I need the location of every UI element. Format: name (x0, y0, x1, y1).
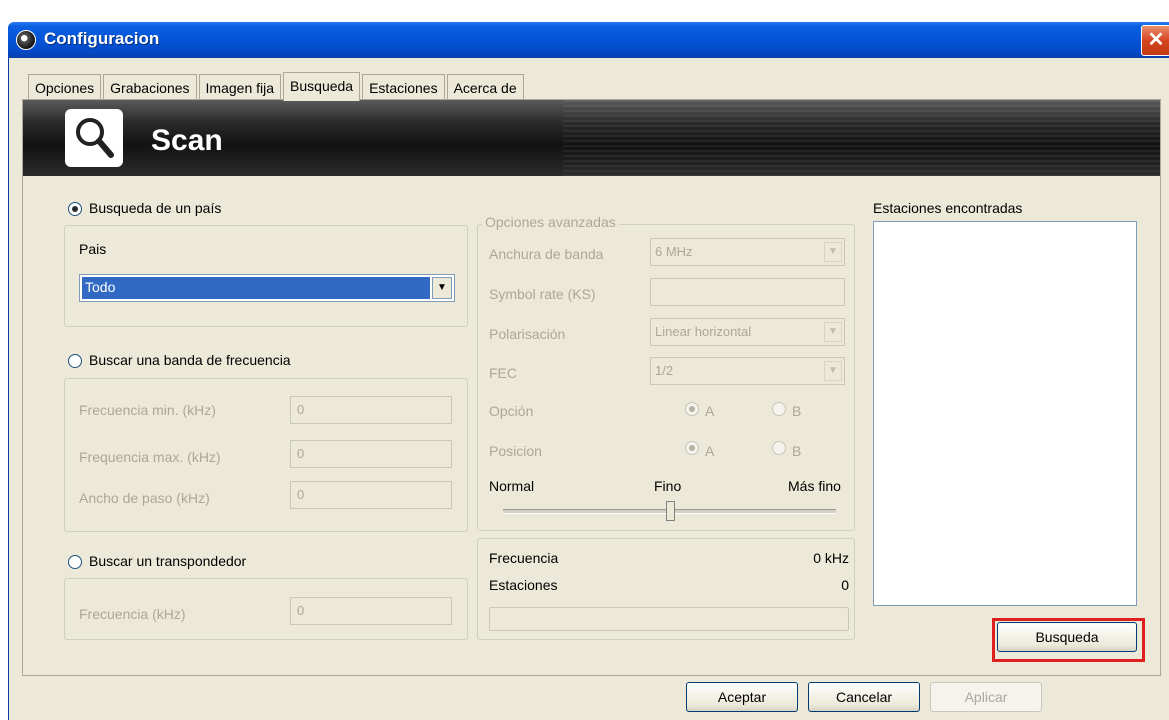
country-search-label: Busqueda de un país (89, 200, 222, 216)
polarisation-select[interactable]: Linear horizontal ▼ (650, 318, 845, 346)
fec-value: 1/2 (655, 363, 674, 378)
polarisation-value: Linear horizontal (655, 324, 752, 339)
tab-opciones[interactable]: Opciones (28, 74, 102, 99)
tab-acerca-de[interactable]: Acerca de (446, 74, 524, 99)
close-button[interactable]: ✕ (1141, 25, 1169, 56)
transponder-freq-label: Frecuencia (kHz) (79, 606, 186, 622)
option-a-radio[interactable] (685, 402, 699, 416)
search-progress-bar (489, 607, 849, 631)
country-label: Pais (79, 241, 107, 257)
option-a-label: A (705, 403, 715, 419)
chevron-down-icon[interactable]: ▼ (824, 322, 842, 342)
step-width-input[interactable]: 0 (290, 481, 452, 509)
banner-title: Scan (151, 124, 223, 157)
tab-busqueda[interactable]: Busqueda (283, 72, 361, 101)
bandwidth-label: Anchura de banda (489, 246, 604, 262)
position-b-radio[interactable] (772, 441, 786, 455)
frequency-label: Frecuencia (489, 550, 559, 566)
title-bar: Configuracion ✕ (0, 0, 1169, 62)
title-bar-fill (8, 22, 1169, 58)
search-tab-panel: Scan Busqueda de un país Pais Todo ▼ Bus… (22, 99, 1161, 676)
accept-button[interactable]: Aceptar (686, 682, 798, 712)
config-window: Configuracion ✕ Opciones Grabaciones Ima… (0, 0, 1169, 720)
bandwidth-select[interactable]: 6 MHz ▼ (650, 238, 845, 266)
fec-select[interactable]: 1/2 ▼ (650, 357, 845, 385)
stations-label: Estaciones (489, 577, 558, 593)
frequency-value: 0 kHz (813, 550, 849, 566)
freq-min-input[interactable]: 0 (290, 396, 452, 424)
country-select[interactable]: Todo ▼ (79, 274, 455, 302)
symbol-rate-label: Symbol rate (KS) (489, 286, 596, 302)
magnifier-icon (65, 109, 123, 167)
app-icon (16, 30, 36, 50)
band-search-radio[interactable] (68, 354, 82, 368)
window-title: Configuracion (44, 29, 160, 48)
option-label: Opción (489, 403, 534, 419)
freq-max-label: Frequencia max. (kHz) (79, 449, 221, 465)
slider-label-mas-fino: Más fino (788, 478, 841, 494)
found-stations-list[interactable] (873, 221, 1137, 606)
bandwidth-value: 6 MHz (655, 244, 693, 259)
position-b-label: B (792, 443, 802, 459)
apply-button[interactable]: Aplicar (930, 682, 1042, 712)
freq-max-input[interactable]: 0 (290, 440, 452, 468)
country-select-value: Todo (82, 277, 430, 299)
slider-label-normal: Normal (489, 478, 535, 494)
banner-stripes (563, 100, 1160, 176)
precision-slider-thumb[interactable] (665, 501, 675, 521)
country-search-radio[interactable] (68, 202, 82, 216)
polarisation-label: Polarisación (489, 326, 566, 342)
symbol-rate-input[interactable] (650, 278, 845, 306)
tab-imagen-fija[interactable]: Imagen fija (198, 74, 282, 99)
position-a-radio[interactable] (685, 441, 699, 455)
tab-strip: Opciones Grabaciones Imagen fija Busqued… (28, 72, 526, 101)
scan-banner: Scan (23, 100, 1160, 176)
position-label: Posicion (489, 443, 542, 459)
option-b-label: B (792, 403, 802, 419)
search-button[interactable]: Busqueda (997, 622, 1137, 652)
transponder-search-radio[interactable] (68, 555, 82, 569)
fec-label: FEC (489, 365, 517, 381)
position-a-label: A (705, 443, 715, 459)
stations-value: 0 (841, 577, 849, 593)
band-search-label: Buscar una banda de frecuencia (89, 352, 291, 368)
chevron-down-icon[interactable]: ▼ (824, 361, 842, 381)
option-b-radio[interactable] (772, 402, 786, 416)
chevron-down-icon[interactable]: ▼ (824, 242, 842, 262)
found-stations-label: Estaciones encontradas (873, 200, 1023, 216)
transponder-freq-input[interactable]: 0 (290, 597, 452, 625)
step-width-label: Ancho de paso (kHz) (79, 490, 210, 506)
freq-min-label: Frecuencia min. (kHz) (79, 402, 216, 418)
slider-label-fino: Fino (654, 478, 682, 494)
transponder-search-label: Buscar un transpondedor (89, 553, 247, 569)
cancel-button[interactable]: Cancelar (808, 682, 920, 712)
tab-grabaciones[interactable]: Grabaciones (103, 74, 197, 99)
chevron-down-icon[interactable]: ▼ (432, 277, 452, 299)
tab-estaciones[interactable]: Estaciones (362, 74, 445, 99)
advanced-legend: Opciones avanzadas (482, 214, 619, 230)
